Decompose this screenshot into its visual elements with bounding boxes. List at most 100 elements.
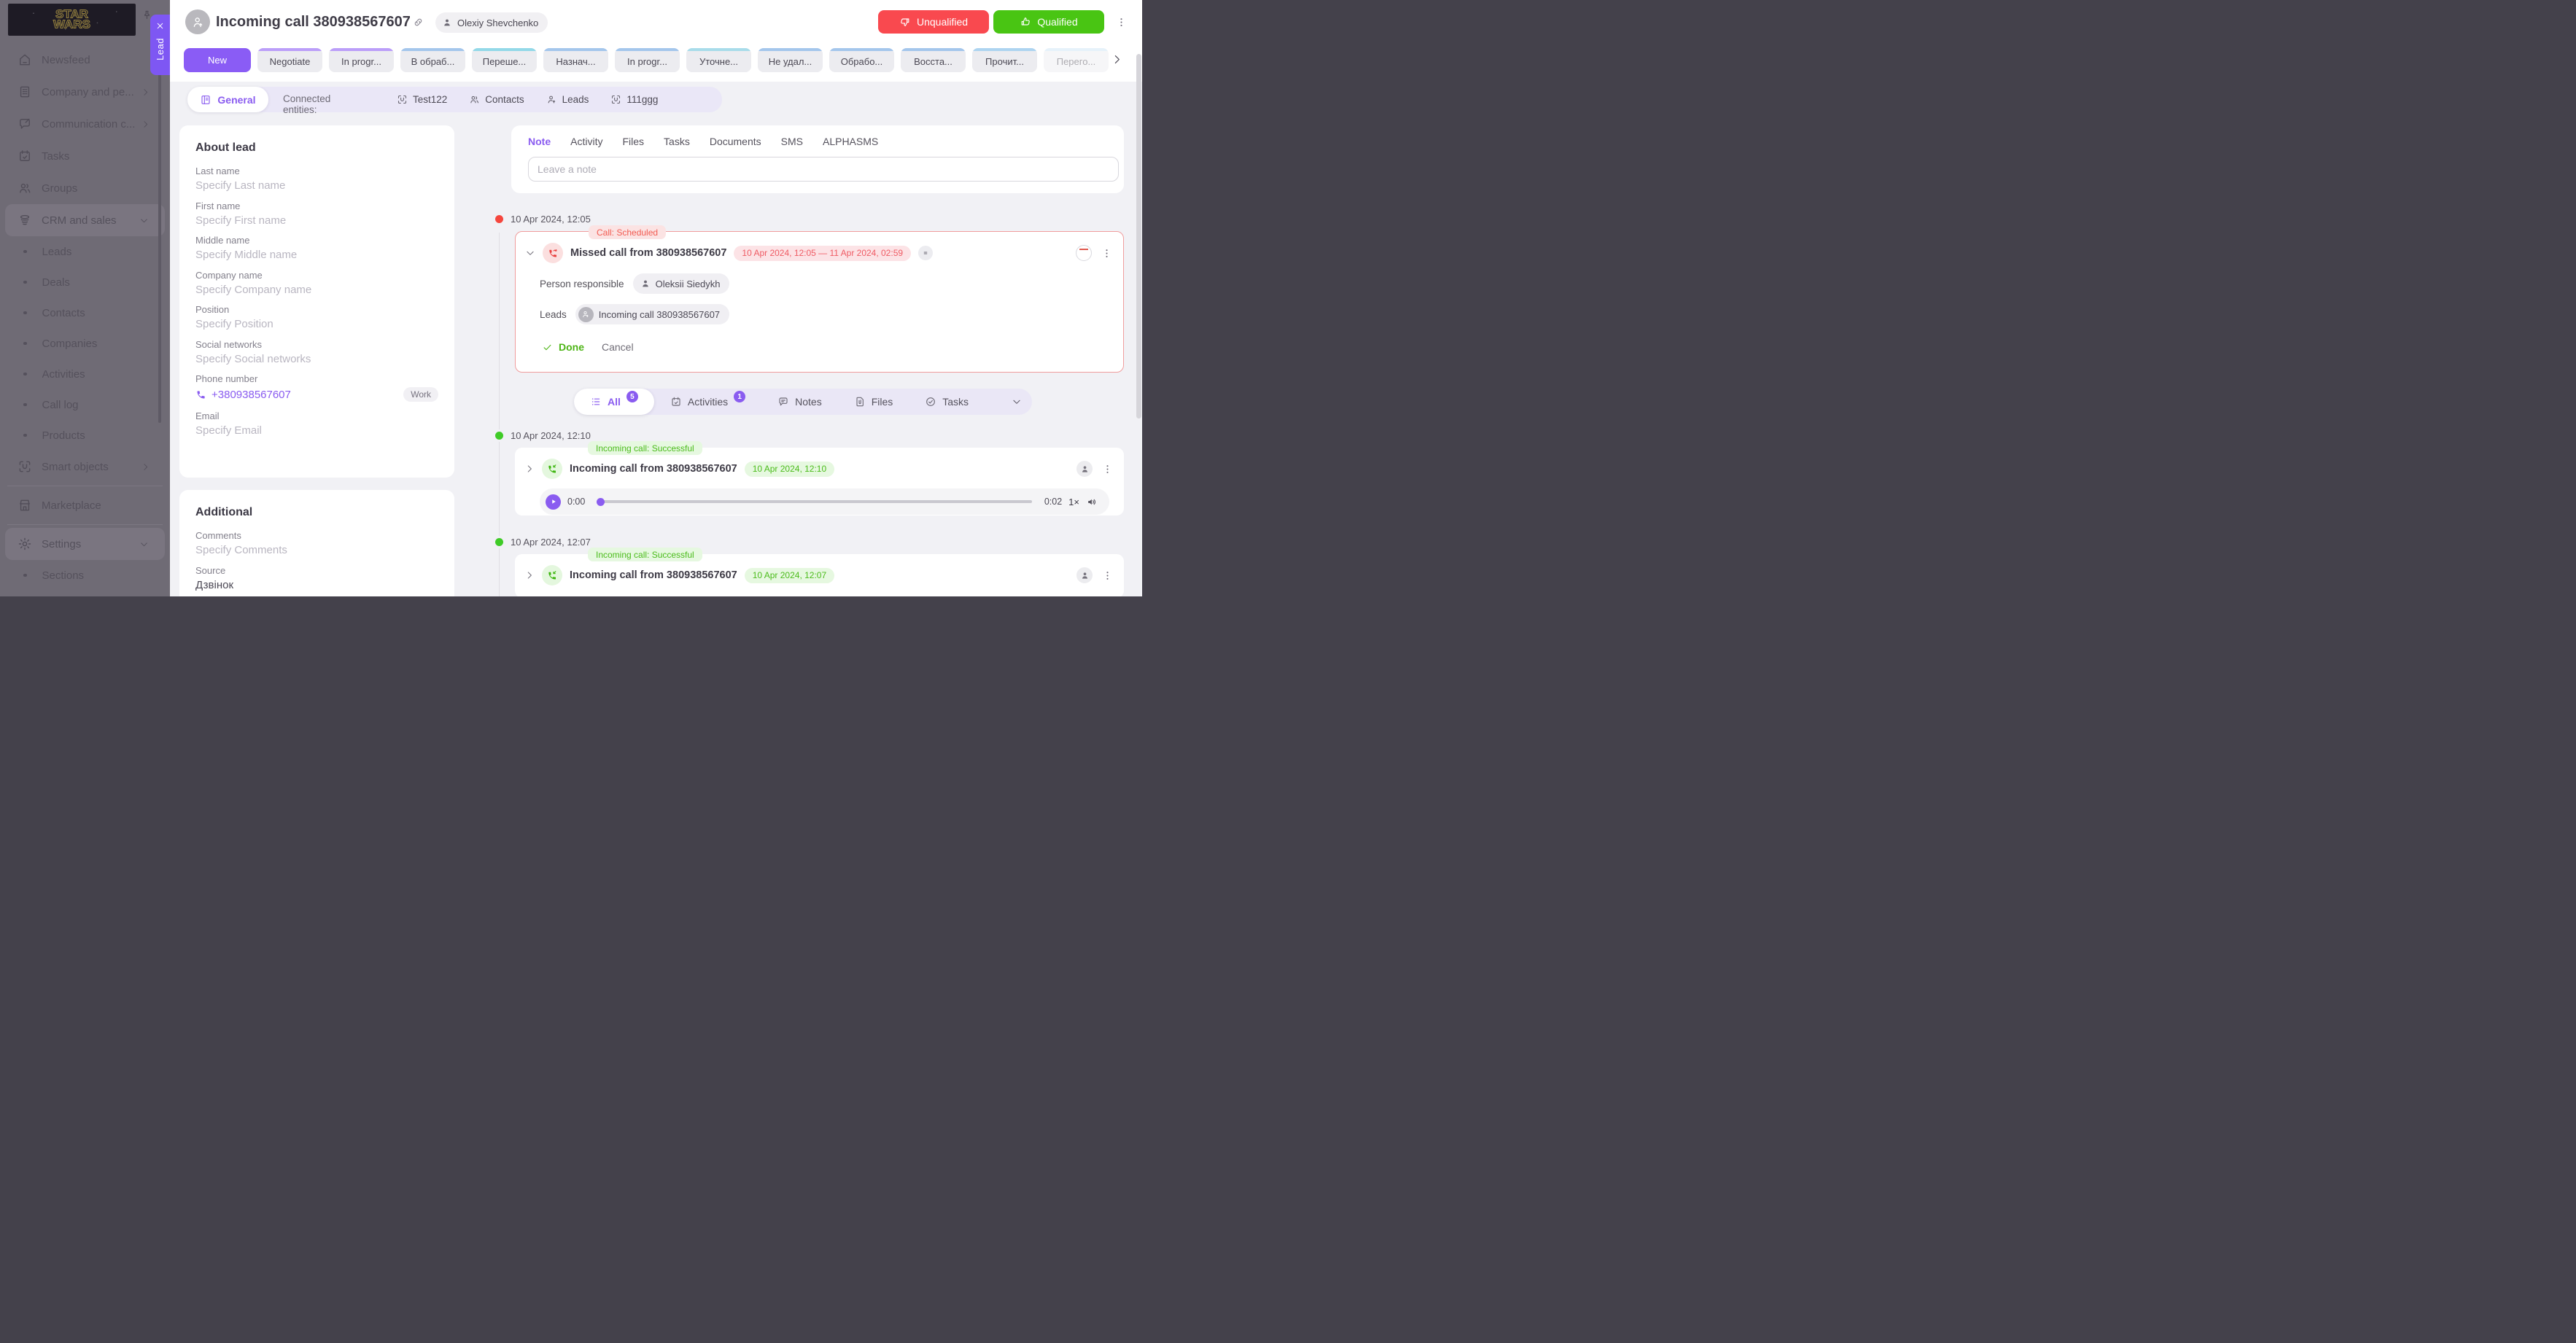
pipeline-stage[interactable]: Восста... <box>901 48 966 72</box>
composer-tab-note[interactable]: Note <box>528 136 551 147</box>
chevron-right-icon[interactable] <box>524 464 535 474</box>
playback-rate-button[interactable]: 1× <box>1068 497 1079 507</box>
lead-chip[interactable]: Incoming call 380938567607 <box>575 304 729 324</box>
composer-tab-alphasms[interactable]: ALPHASMS <box>823 136 878 147</box>
activity-title: Incoming call from 380938567607 <box>570 463 737 475</box>
chevron-down-icon[interactable] <box>525 248 535 258</box>
audio-progress-track[interactable] <box>597 500 1031 503</box>
pipeline-stage[interactable]: Уточне... <box>686 48 751 72</box>
chevron-down-icon <box>139 216 149 225</box>
audio-progress-knob[interactable] <box>597 498 605 506</box>
composer-tab-tasks[interactable]: Tasks <box>664 136 690 147</box>
sidebar-item-call-log[interactable]: Call log <box>0 389 170 420</box>
note-input[interactable] <box>528 157 1119 182</box>
lead-tab-label: Lead <box>155 38 166 61</box>
person-responsible-chip[interactable]: Oleksii Siedykh <box>633 273 730 294</box>
sidebar-scrollbar[interactable] <box>158 73 161 423</box>
chevron-right-icon[interactable] <box>524 570 535 580</box>
activity-avatar[interactable] <box>1076 567 1093 583</box>
unqualified-button[interactable]: Unqualified <box>878 10 989 34</box>
filter-tasks[interactable]: Tasks <box>909 389 985 415</box>
workspace-logo[interactable]: STARWARS <box>8 4 136 36</box>
sidebar-item-newsfeed[interactable]: Newsfeed <box>0 44 170 76</box>
details-icon[interactable] <box>918 246 933 260</box>
field-placeholder[interactable]: Specify First name <box>195 214 438 227</box>
lead-drawer-tab[interactable]: Lead <box>150 15 170 75</box>
check-icon <box>542 342 553 353</box>
sidebar-item-smart-objects[interactable]: Smart objects <box>0 451 170 483</box>
play-button[interactable] <box>546 494 561 510</box>
pipeline-stage[interactable]: Negotiate <box>257 48 322 72</box>
pipeline-stage[interactable]: Не удал... <box>758 48 823 72</box>
sidebar-item-communication-c[interactable]: Communication c... <box>0 108 170 140</box>
copy-link-icon[interactable] <box>412 16 424 28</box>
field-placeholder[interactable]: Specify Company name <box>195 284 438 296</box>
sidebar-item-tasks[interactable]: Tasks <box>0 140 170 172</box>
composer-tabs: Note Activity Files Tasks Documents SMS ALPHAS… <box>528 136 1113 147</box>
page-scrollbar[interactable] <box>1136 54 1141 419</box>
field-placeholder[interactable]: Specify Email <box>195 424 438 437</box>
cancel-button[interactable]: Cancel <box>602 341 634 353</box>
sidebar-item-settings[interactable]: Settings <box>5 528 165 560</box>
activity-avatar[interactable] <box>1076 461 1093 477</box>
composer-card: Note Activity Files Tasks Documents SMS ALPHAS… <box>511 125 1124 193</box>
pipeline-stage[interactable]: New <box>184 48 251 72</box>
pipeline-stage[interactable]: Назнач... <box>543 48 608 72</box>
pipeline-stage[interactable]: In progr... <box>329 48 394 72</box>
sidebar-item-activities[interactable]: Activities <box>0 359 170 389</box>
sidebar-item-groups[interactable]: Groups <box>0 172 170 204</box>
activity-kebab-menu-icon[interactable] <box>1101 246 1112 260</box>
tab-general[interactable]: General <box>187 87 268 112</box>
sidebar-item-companies[interactable]: Companies <box>0 328 170 359</box>
activity-kebab-menu-icon[interactable] <box>1102 462 1113 476</box>
entity-chip-leads[interactable]: Leads <box>546 94 589 105</box>
filter-all[interactable]: All5 <box>574 389 654 415</box>
entity-chip-test122[interactable]: Test122 <box>397 94 447 105</box>
pipeline-stage[interactable]: Прочит... <box>972 48 1037 72</box>
people-icon <box>18 181 32 195</box>
filter-chevron-down-icon[interactable] <box>1012 397 1022 407</box>
sidebar-item-company-and-pe[interactable]: Company and pe... <box>0 76 170 108</box>
pipeline-stage[interactable]: In progr... <box>615 48 680 72</box>
phone-link[interactable]: +380938567607 <box>195 389 291 401</box>
pipeline-stage[interactable]: Обрабо... <box>829 48 894 72</box>
sidebar-item-crm-and-sales[interactable]: CRM and sales <box>5 204 165 236</box>
sidebar-item-products[interactable]: Products <box>0 420 170 451</box>
field-value[interactable]: Дзвінок <box>195 579 438 591</box>
missed-call-icon <box>547 247 559 259</box>
smart-icon <box>18 459 32 474</box>
entity-chip-111ggg[interactable]: 111ggg <box>610 94 658 105</box>
field-placeholder[interactable]: Specify Comments <box>195 544 438 556</box>
activity-kebab-menu-icon[interactable] <box>1102 569 1113 583</box>
filter-notes[interactable]: Notes <box>761 389 838 415</box>
field-placeholder[interactable]: Specify Last name <box>195 179 438 192</box>
close-icon[interactable] <box>155 21 165 31</box>
owner-chip[interactable]: Olexiy Shevchenko <box>435 12 548 33</box>
field-placeholder[interactable]: Specify Position <box>195 318 438 330</box>
activity-avatar[interactable] <box>1076 245 1092 261</box>
pipeline-stage[interactable]: В обраб... <box>400 48 465 72</box>
filter-activities[interactable]: Activities1 <box>654 389 761 415</box>
composer-tab-documents[interactable]: Documents <box>710 136 761 147</box>
field-email: EmailSpecify Email <box>195 410 438 437</box>
sidebar-item-deals[interactable]: Deals <box>0 267 170 297</box>
pipeline-stage[interactable]: Перего... <box>1044 48 1109 72</box>
sidebar-item-sections[interactable]: Sections <box>0 560 170 591</box>
header-kebab-menu-icon[interactable] <box>1116 15 1127 29</box>
funnel-icon <box>18 213 32 227</box>
qualified-button[interactable]: Qualified <box>993 10 1104 34</box>
stages-scroll-right-icon[interactable] <box>1111 53 1123 66</box>
pipeline-stage[interactable]: Переше... <box>472 48 537 72</box>
entity-chip-contacts[interactable]: Contacts <box>469 94 524 105</box>
field-placeholder[interactable]: Specify Social networks <box>195 353 438 365</box>
done-button[interactable]: Done <box>542 341 584 353</box>
composer-tab-sms[interactable]: SMS <box>781 136 803 147</box>
field-placeholder[interactable]: Specify Middle name <box>195 249 438 261</box>
sidebar-item-contacts[interactable]: Contacts <box>0 297 170 328</box>
sidebar-item-marketplace[interactable]: Marketplace <box>0 489 170 521</box>
volume-icon[interactable] <box>1086 496 1098 508</box>
composer-tab-activity[interactable]: Activity <box>570 136 602 147</box>
filter-files[interactable]: Files <box>838 389 909 415</box>
sidebar-item-leads[interactable]: Leads <box>0 236 170 267</box>
composer-tab-files[interactable]: Files <box>622 136 644 147</box>
